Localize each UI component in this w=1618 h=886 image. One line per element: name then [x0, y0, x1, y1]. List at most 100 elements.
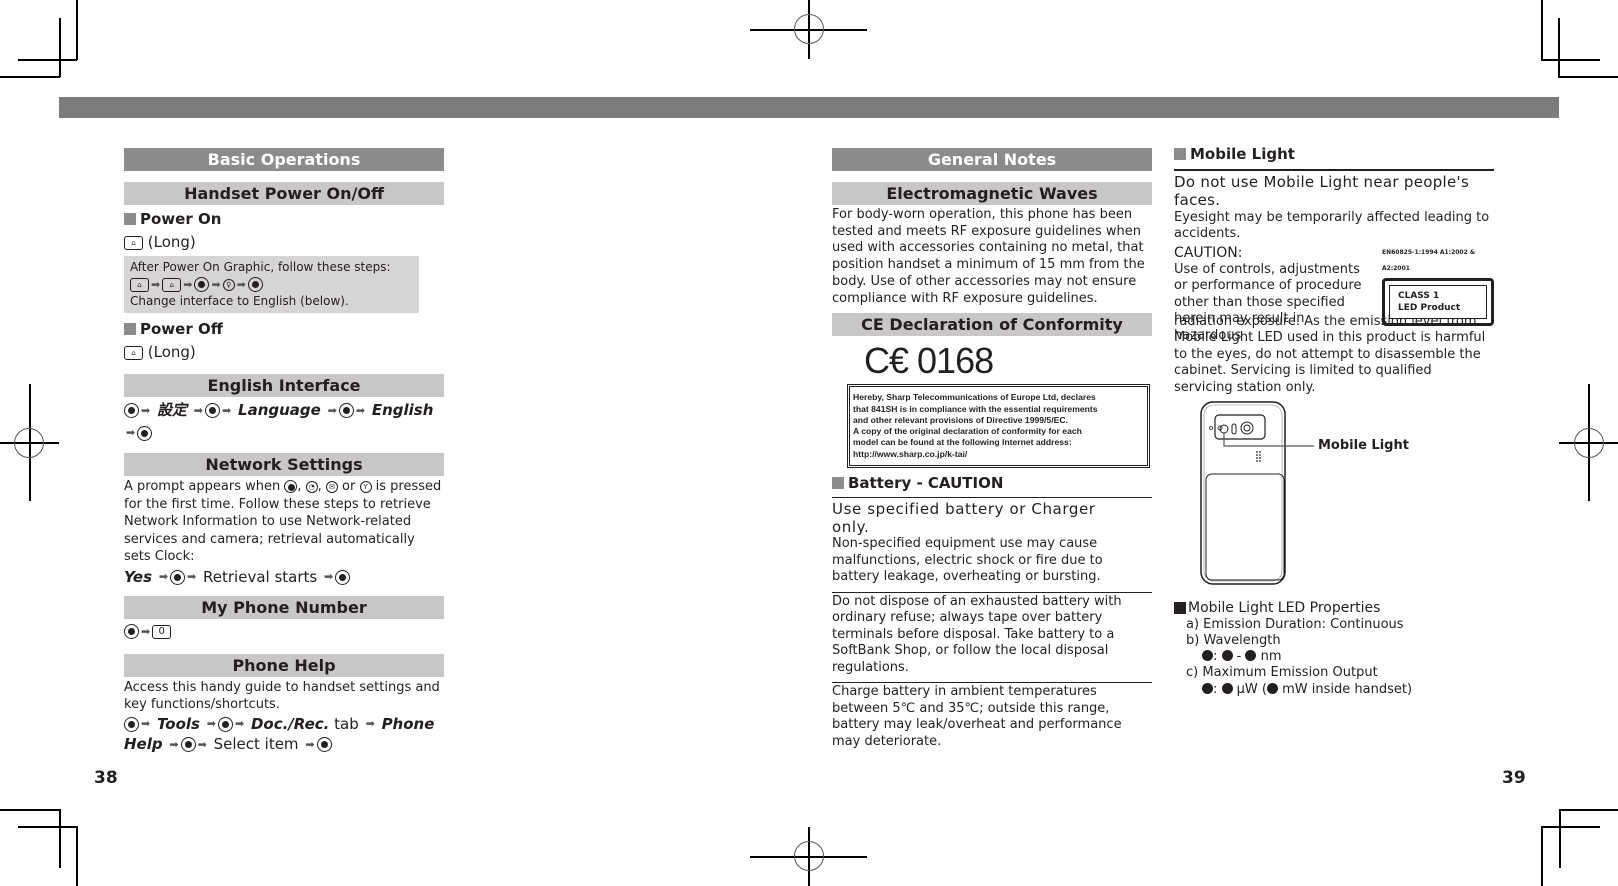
- right-column-2: Mobile Light Do not use Mobile Light nea…: [1174, 143, 1494, 698]
- power-on-step: ⌂ (Long): [124, 230, 444, 254]
- yahoo-key-icon: Y: [359, 480, 372, 493]
- section-title-basic-operations: Basic Operations: [124, 148, 444, 171]
- navigation-key-icon: ♀: [222, 278, 235, 291]
- arrow-icon: ➡: [327, 403, 337, 417]
- center-key-icon: [170, 569, 186, 585]
- crop-mark: [76, 826, 78, 886]
- left-column: Basic Operations Handset Power On/Off Po…: [124, 148, 444, 755]
- redacted-value-dot: [1202, 650, 1213, 662]
- page-number-left: 38: [94, 768, 118, 788]
- arrow-icon: ➡: [141, 624, 151, 638]
- phone-help-text: Access this handy guide to handset setti…: [124, 679, 440, 713]
- center-key-icon: [124, 716, 139, 732]
- led-class-box: CLASS 1 LED Product: [1382, 277, 1494, 326]
- center-key-icon: [180, 737, 196, 752]
- arrow-icon: ➡: [126, 426, 136, 439]
- center-key-icon: [137, 425, 153, 441]
- mail-key-icon: ✉: [325, 480, 338, 493]
- prop-max-output: c) Maximum Emission Output: [1186, 665, 1378, 681]
- prop-wavelength: b) Wavelength: [1186, 632, 1281, 648]
- prop-max-output-value: : μW ( mW inside handset): [1202, 682, 1494, 698]
- ce-mark: C€ 0168: [864, 340, 994, 382]
- my-phone-number-steps: ➡ 0: [124, 619, 444, 644]
- prop-emission-duration: a) Emission Duration: Continuous: [1186, 616, 1404, 632]
- crop-mark: [1558, 76, 1618, 78]
- arrow-icon: ➡: [222, 403, 232, 417]
- led-properties-list: a) Emission Duration: Continuous b) Wave…: [1186, 617, 1494, 698]
- crop-mark: [1541, 826, 1543, 886]
- crop-mark: [76, 0, 78, 60]
- crop-mark: [1541, 826, 1600, 828]
- heading-led-properties: Mobile Light LED Properties: [1174, 600, 1494, 617]
- square-bullet-icon: [832, 477, 844, 489]
- led-standard: EN60825-1:1994 A1:2002 & A2:2001: [1382, 248, 1476, 273]
- power-end-key-icon: ⌂: [124, 345, 143, 360]
- phone-back-illustration: [1200, 401, 1314, 585]
- zero-key-icon: 0: [152, 624, 172, 639]
- crop-mark: [0, 76, 60, 78]
- square-bullet-icon: [124, 213, 136, 225]
- heading-phone-help: Phone Help: [124, 653, 444, 677]
- square-bullet-icon: [1174, 602, 1186, 615]
- mobile-light-warning: Do not use Mobile Light near people's fa…: [1174, 172, 1470, 209]
- heading-power-on: Power On: [124, 208, 444, 230]
- divider: [832, 591, 1152, 593]
- arrow-icon: ➡: [324, 570, 334, 583]
- arrow-icon: ➡: [365, 717, 375, 730]
- square-bullet-icon: [1174, 148, 1186, 160]
- page-number-right: 39: [1502, 768, 1526, 788]
- center-key-icon: [124, 624, 139, 639]
- battery-para-3: Charge battery in ambient temperatures b…: [832, 684, 1122, 749]
- center-key-icon: [284, 480, 298, 493]
- center-key-icon: [205, 403, 221, 418]
- center-key-icon: [338, 403, 354, 418]
- power-on-note: After Power On Graphic, follow these ste…: [124, 256, 419, 313]
- mobile-light-subtext: Eyesight may be temporarily affected lea…: [1174, 209, 1490, 242]
- crop-mark: [1558, 18, 1560, 77]
- power-end-key-icon: ⌂: [162, 277, 182, 292]
- crop-mark: [1541, 59, 1600, 61]
- registration-circle: [14, 428, 44, 458]
- battery-warning: Use specified battery or Charger only.: [832, 500, 1096, 536]
- section-title-general-notes: General Notes: [832, 148, 1152, 171]
- center-key-icon: [194, 277, 210, 292]
- arrow-icon: ➡: [141, 717, 151, 730]
- prop-wavelength-value: : - nm: [1202, 649, 1494, 665]
- registration-circle: [794, 841, 824, 871]
- arrow-icon: ➡: [206, 717, 216, 730]
- center-key-icon: [124, 403, 139, 418]
- mobile-light-caution-area: CAUTION: Use of controls, adjustments or…: [1174, 245, 1494, 343]
- mobile-light-callout: Mobile Light: [1318, 438, 1409, 453]
- center-key-icon: [316, 737, 332, 752]
- heading-ce-declaration: CE Declaration of Conformity: [832, 313, 1152, 337]
- heading-my-phone-number: My Phone Number: [124, 596, 444, 619]
- camera-key-icon: ◔: [305, 480, 318, 493]
- crop-mark: [59, 18, 61, 77]
- crop-mark: [18, 59, 77, 61]
- arrow-icon: ➡: [158, 570, 169, 583]
- right-column-1: General Notes Electromagnetic Waves For …: [832, 148, 1152, 750]
- heading-mobile-light: Mobile Light: [1174, 143, 1494, 165]
- phone-back-figure: Mobile Light: [1174, 400, 1494, 596]
- divider: [1174, 169, 1494, 171]
- divider: [832, 682, 1152, 683]
- phone-help-steps: ➡ Tools ➡ ➡ Doc./Rec. tab ➡ Phone Help ➡ ➡…: [124, 714, 435, 753]
- crop-mark: [0, 809, 60, 811]
- arrow-icon: ➡: [211, 278, 221, 291]
- arrow-icon: ➡: [169, 737, 179, 751]
- redacted-value-dot: [1202, 682, 1213, 694]
- center-key-icon: [335, 569, 351, 585]
- power-end-key-icon: ⌂: [124, 235, 143, 250]
- arrow-icon: ➡: [234, 717, 245, 730]
- arrow-icon: ➡: [151, 278, 161, 291]
- crop-mark: [18, 826, 77, 828]
- heading-power-off: Power Off: [124, 318, 444, 340]
- crop-mark: [1559, 809, 1561, 868]
- led-class-label: EN60825-1:1994 A1:2002 & A2:2001 CLASS 1…: [1382, 245, 1494, 326]
- heading-english-interface: English Interface: [124, 374, 444, 397]
- center-key-icon: [217, 716, 233, 732]
- caution-text-a: Use of controls, adjustments or performa…: [1174, 261, 1362, 343]
- header-band: [59, 97, 1559, 118]
- electromagnetic-waves-text: For body-worn operation, this phone has …: [832, 207, 1145, 306]
- arrow-icon: ➡: [355, 403, 366, 417]
